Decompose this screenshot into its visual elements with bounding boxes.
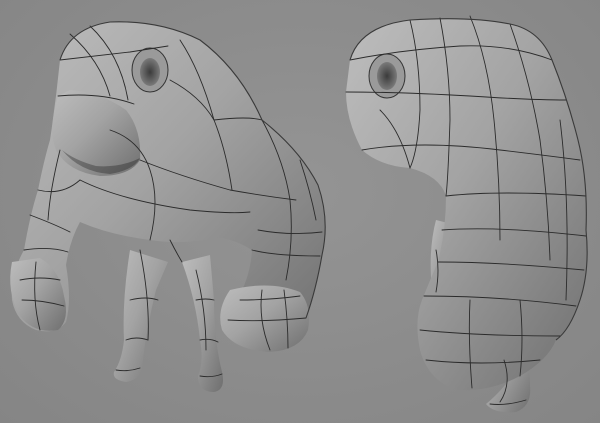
ape-model-front	[10, 21, 326, 392]
viewport-canvas	[10, 15, 588, 413]
ape-model-side	[345, 15, 588, 413]
ear-icon	[140, 58, 160, 86]
viewport	[0, 0, 600, 423]
ear-icon	[377, 62, 397, 90]
